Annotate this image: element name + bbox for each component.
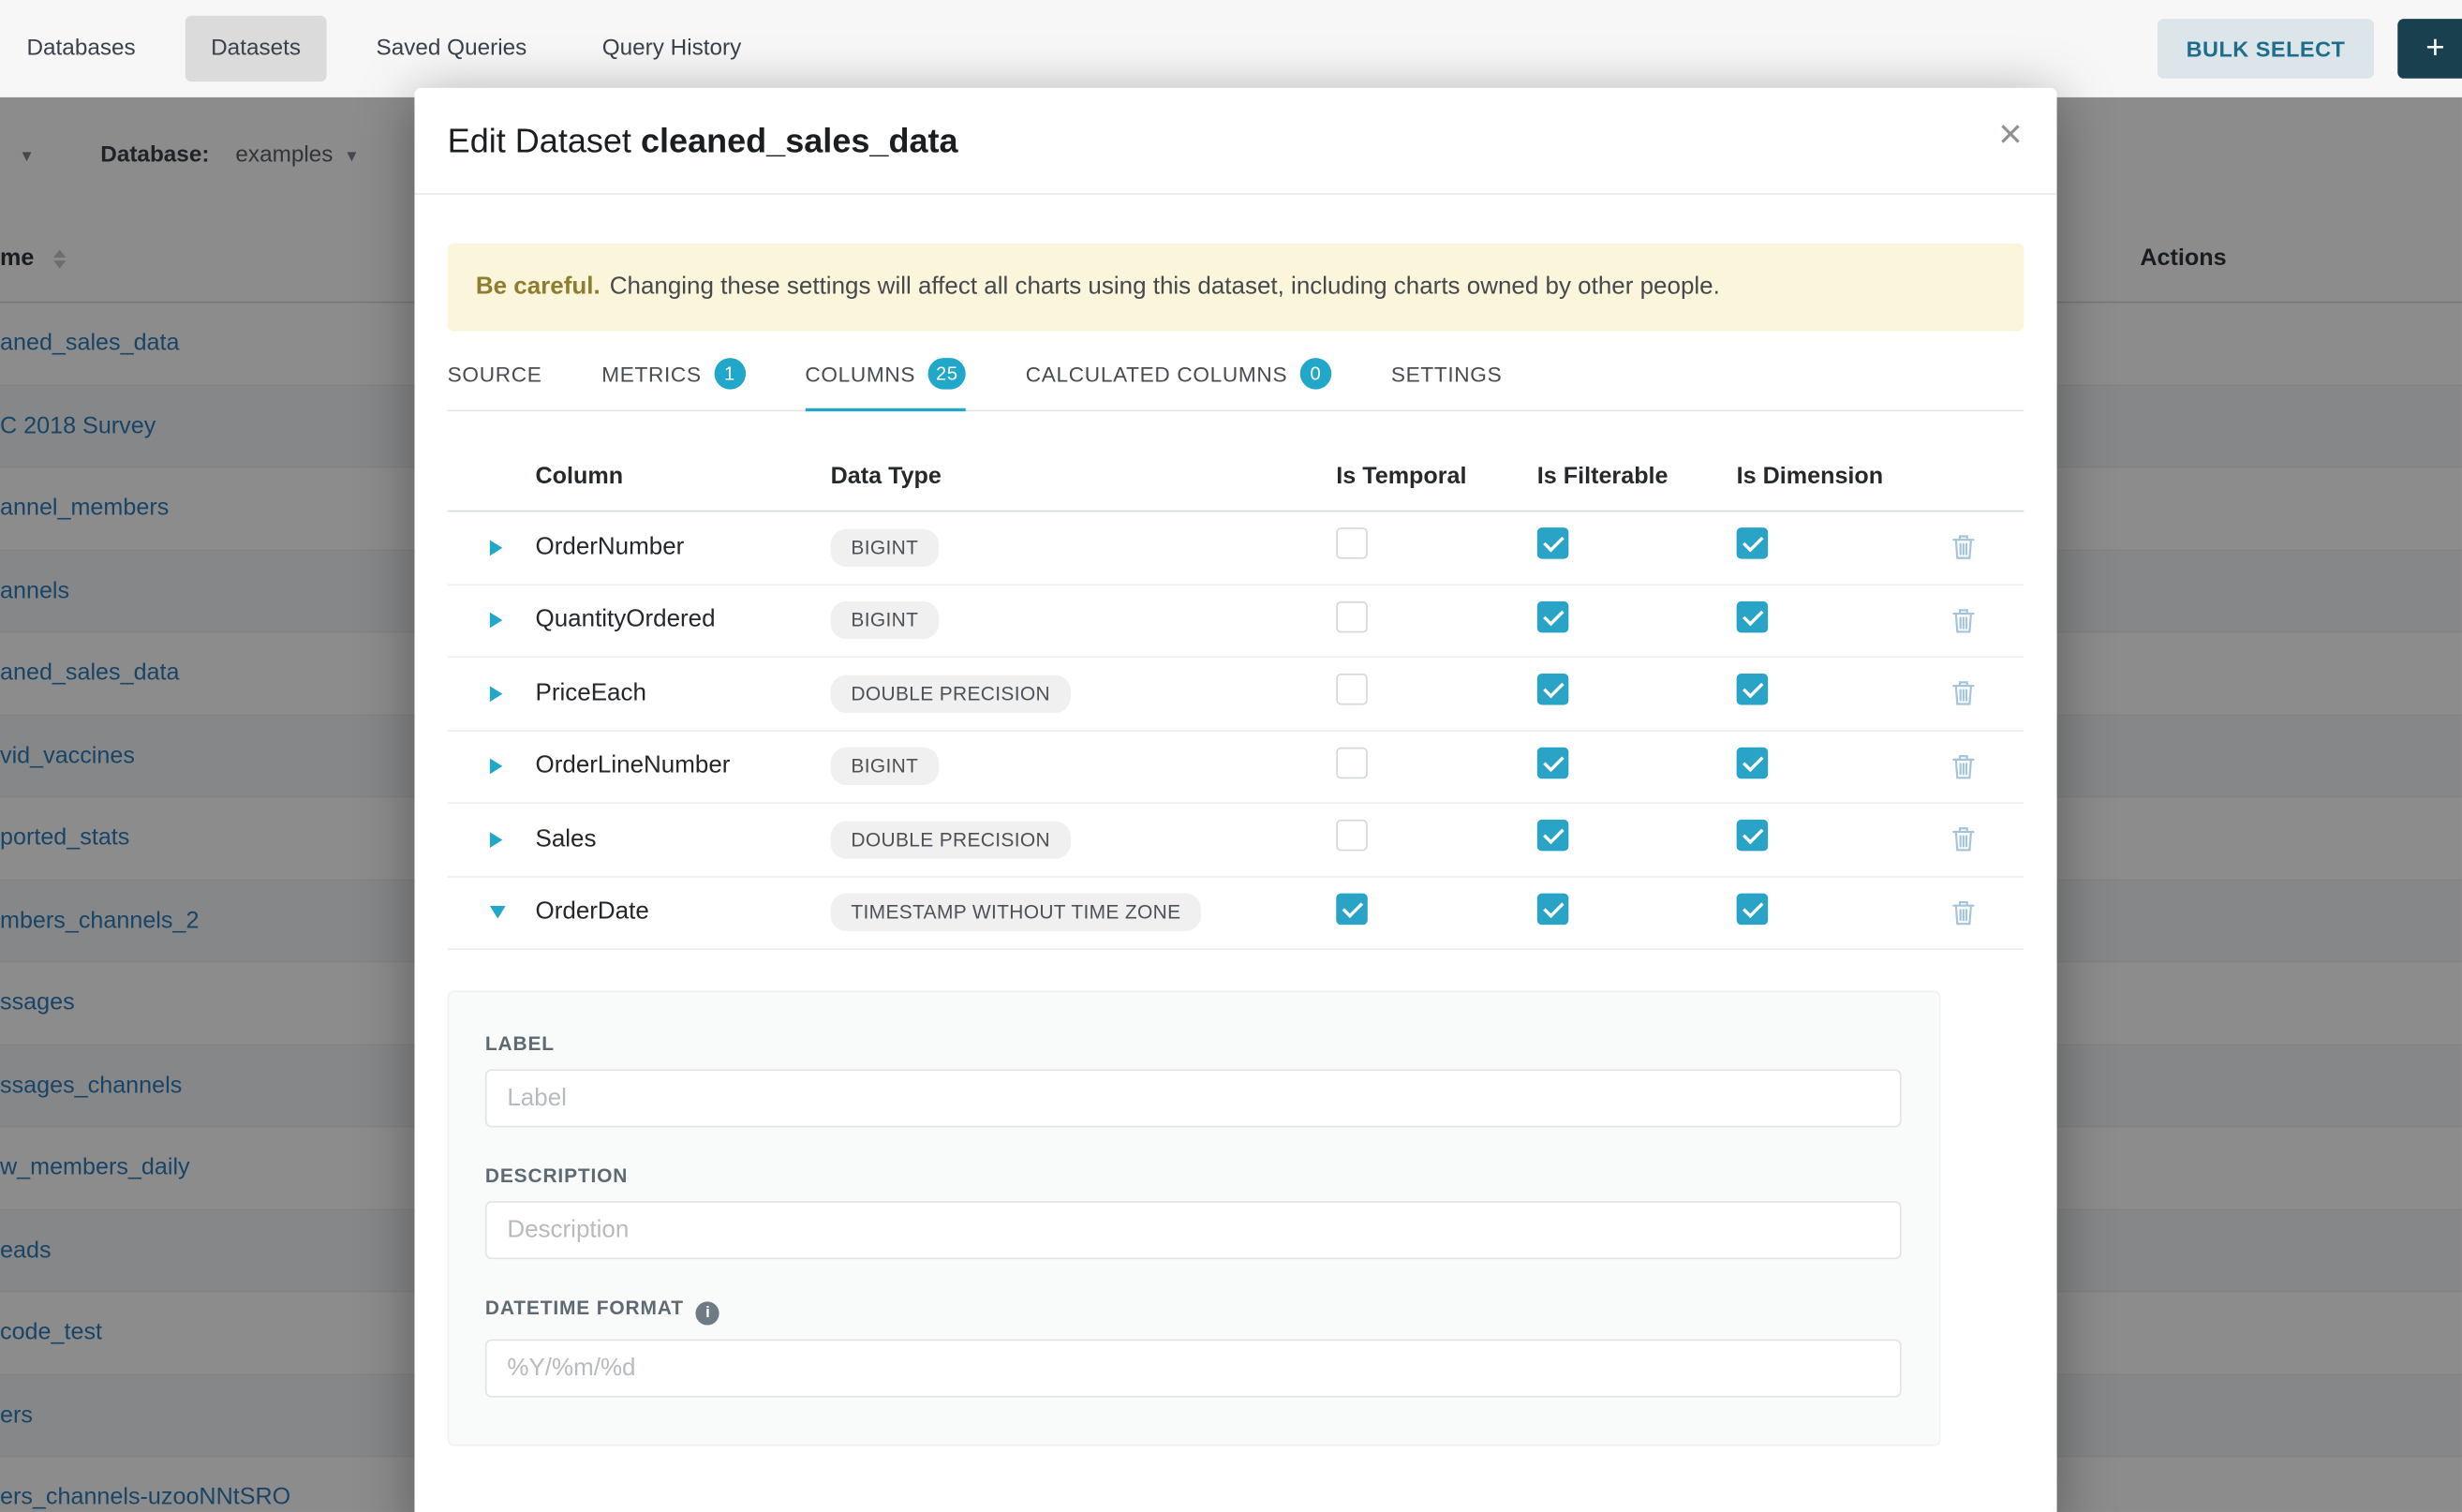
nav-item-query-history[interactable]: Query History [577,16,766,82]
modal-title-dataset: cleaned_sales_data [641,123,958,160]
datetime-format-label-text: DATETIME FORMAT [485,1297,684,1318]
data-type-pill: BIGINT [831,748,939,785]
is-filterable-checkbox[interactable] [1537,747,1569,778]
column-name: PriceEach [536,679,831,707]
header-is-dimension: Is Dimension [1737,463,1952,489]
modal-title-prefix: Edit Dataset [448,123,631,160]
delete-column-icon[interactable] [1951,534,1975,560]
expand-caret-icon[interactable] [490,832,502,848]
edit-dataset-modal: Edit Dataset cleaned_sales_data × Be car… [414,88,2056,1512]
label-field-label: LABEL [485,1033,1898,1055]
datetime-format-field: DATETIME FORMAT i [485,1297,1898,1397]
tab-bar: SOURCE METRICS 1 COLUMNS 25 CALCULATED C… [448,332,2024,411]
is-filterable-checkbox[interactable] [1537,893,1569,925]
column-name: Sales [536,825,831,853]
column-name: OrderDate [536,898,831,926]
is-temporal-checkbox[interactable] [1336,600,1368,632]
datetime-format-field-label: DATETIME FORMAT i [485,1297,1898,1325]
description-input[interactable] [485,1201,1902,1259]
is-temporal-checkbox[interactable] [1336,674,1368,705]
data-type-pill: DOUBLE PRECISION [831,821,1071,858]
is-temporal-checkbox[interactable] [1336,820,1368,852]
close-icon[interactable]: × [1998,113,2022,155]
column-name: OrderLineNumber [536,752,831,780]
label-input[interactable] [485,1069,1902,1127]
description-field-label: DESCRIPTION [485,1165,1898,1187]
tab-calculated-columns[interactable]: CALCULATED COLUMNS 0 [1026,332,1331,410]
info-icon[interactable]: i [696,1301,719,1325]
is-temporal-checkbox[interactable] [1336,893,1368,925]
warning-text: Changing these settings will affect all … [610,274,1720,302]
tab-label: SOURCE [448,362,542,385]
delete-column-icon[interactable] [1951,607,1975,633]
column-row: Sales DOUBLE PRECISION [448,804,2024,877]
delete-column-icon[interactable] [1951,680,1975,706]
tab-settings[interactable]: SETTINGS [1391,332,1503,410]
is-temporal-checkbox[interactable] [1336,747,1368,778]
collapse-caret-icon[interactable] [490,906,506,918]
add-dataset-button[interactable]: + [2397,19,2462,79]
tab-columns[interactable]: COLUMNS 25 [805,332,966,410]
screen: ▾ Database: examples ▾ me Actions aned_s… [0,0,2462,1512]
expand-caret-icon[interactable] [490,540,502,556]
data-type-pill: DOUBLE PRECISION [831,674,1071,712]
table-header-row: Column Data Type Is Temporal Is Filterab… [448,411,2024,511]
header-column: Column [536,463,831,489]
tab-source[interactable]: SOURCE [448,332,542,410]
warning-banner: Be careful. Changing these settings will… [448,244,2024,332]
is-dimension-checkbox[interactable] [1737,747,1769,778]
delete-column-icon[interactable] [1951,899,1975,926]
expand-caret-icon[interactable] [490,613,502,629]
column-row: OrderLineNumber BIGINT [448,731,2024,804]
is-filterable-checkbox[interactable] [1537,528,1569,560]
modal-title: Edit Dataset cleaned_sales_data [448,123,958,162]
tab-label: CALCULATED COLUMNS [1026,362,1287,385]
nav-items: Databases Datasets Saved Queries Query H… [0,0,2462,97]
datetime-format-input[interactable] [485,1340,1902,1398]
header-is-filterable: Is Filterable [1537,463,1737,489]
column-detail-panel: LABEL DESCRIPTION DATETIME FORMAT i [448,991,1941,1446]
tab-label: SETTINGS [1391,362,1503,385]
data-type-pill: BIGINT [831,601,939,639]
expand-caret-icon[interactable] [490,759,502,775]
is-filterable-checkbox[interactable] [1537,600,1569,632]
description-field: DESCRIPTION [485,1165,1898,1260]
delete-column-icon[interactable] [1951,753,1975,779]
column-name: QuantityOrdered [536,606,831,634]
tab-count-badge: 0 [1300,358,1332,390]
tab-count-badge: 25 [928,358,966,390]
is-dimension-checkbox[interactable] [1737,600,1769,632]
is-dimension-checkbox[interactable] [1737,528,1769,560]
is-dimension-checkbox[interactable] [1737,820,1769,852]
columns-table: Column Data Type Is Temporal Is Filterab… [448,411,2024,950]
is-filterable-checkbox[interactable] [1537,674,1569,705]
column-row: QuantityOrdered BIGINT [448,585,2024,658]
column-row: PriceEach DOUBLE PRECISION [448,658,2024,731]
tab-metrics[interactable]: METRICS 1 [601,332,745,410]
nav-item-databases[interactable]: Databases [2,16,161,82]
expand-caret-icon[interactable] [490,686,502,702]
is-dimension-checkbox[interactable] [1737,893,1769,925]
modal-header: Edit Dataset cleaned_sales_data × [414,88,2056,195]
nav-item-saved-queries[interactable]: Saved Queries [351,16,552,82]
is-filterable-checkbox[interactable] [1537,820,1569,852]
is-dimension-checkbox[interactable] [1737,674,1769,705]
tab-count-badge: 1 [714,358,746,390]
header-data-type: Data Type [831,463,1337,489]
tab-label: METRICS [601,362,702,385]
label-field: LABEL [485,1033,1898,1128]
top-nav: Databases Datasets Saved Queries Query H… [0,0,2462,97]
is-temporal-checkbox[interactable] [1336,528,1368,560]
column-row: OrderDate TIMESTAMP WITHOUT TIME ZONE [448,877,2024,950]
tab-label: COLUMNS [805,362,915,385]
delete-column-icon[interactable] [1951,826,1975,852]
column-row: OrderNumber BIGINT [448,511,2024,585]
nav-item-datasets[interactable]: Datasets [185,16,326,82]
bulk-select-button[interactable]: BULK SELECT [2158,19,2374,79]
data-type-pill: BIGINT [831,528,939,566]
data-type-pill: TIMESTAMP WITHOUT TIME ZONE [831,894,1202,931]
header-is-temporal: Is Temporal [1336,463,1537,489]
column-name: OrderNumber [536,533,831,561]
warning-bold-text: Be careful. [476,274,601,302]
